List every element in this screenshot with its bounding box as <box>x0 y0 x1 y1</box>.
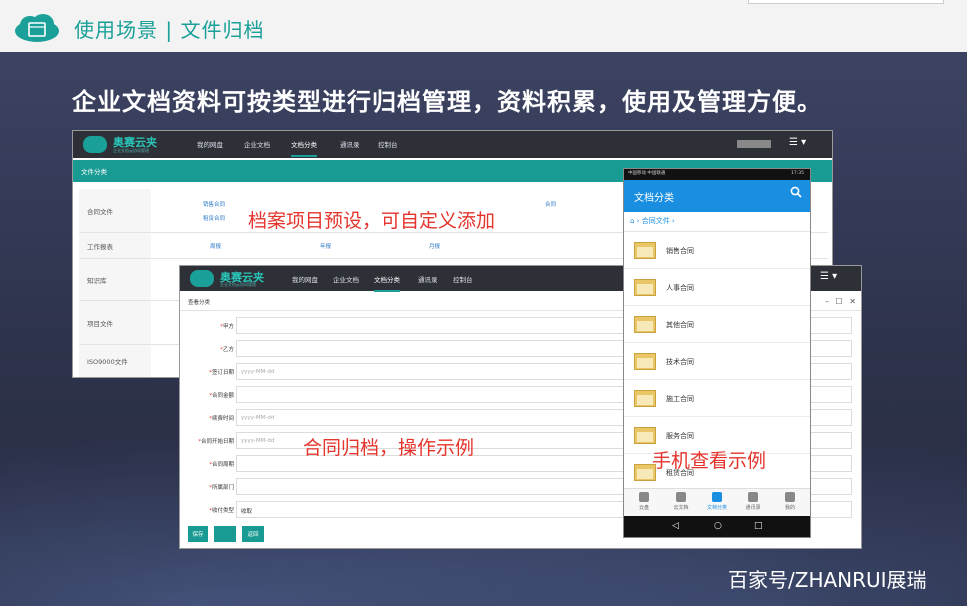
field-label: *合同开始日期 <box>198 439 234 445</box>
android-nav-bar: ◁ ○ □ <box>624 516 810 537</box>
credit-watermark: 百家号/ZHANRUI展瑞 <box>728 568 927 592</box>
top-tab <box>748 0 944 4</box>
brand-tagline: 企业文档云协同管理 <box>113 148 149 153</box>
path-crumb[interactable]: ⌂ › 合同文件 › <box>630 216 675 226</box>
user-icon <box>785 492 795 502</box>
home-icon[interactable]: ⌂ <box>630 217 634 225</box>
top-nav: 奥赛云夹 企业文档云协同管理 我的网盘 企业文档 文档分类 通讯录 控制台 ☰ … <box>73 131 832 158</box>
annotation-preset: 档案项目预设，可自定义添加 <box>248 210 496 232</box>
tab-bar: 云盘 云文档 文档分类 通讯录 我的 <box>624 488 810 516</box>
nav-console[interactable]: 控制台 <box>453 274 473 284</box>
breadcrumb: 查看分类 <box>188 300 211 306</box>
annotation-phone: 手机查看示例 <box>652 450 767 472</box>
nav-console[interactable]: 控制台 <box>378 139 398 149</box>
field-label: *收付类型 <box>209 508 234 514</box>
folder-icon <box>634 427 656 444</box>
recents-key-icon[interactable]: □ <box>754 521 763 531</box>
field-label: *合同金额 <box>209 393 234 399</box>
category-link[interactable]: 租赁合同 <box>203 214 225 222</box>
folder-icon <box>634 353 656 370</box>
list-item[interactable]: 其他合同 <box>624 306 810 343</box>
tab-doc-classification[interactable]: 文档分类 <box>702 492 732 511</box>
blank-button[interactable] <box>214 526 236 542</box>
nav-enterprise-docs[interactable]: 企业文档 <box>244 139 270 149</box>
list-item[interactable]: 人事合同 <box>624 269 810 306</box>
category-link[interactable]: 销售合同 <box>203 200 225 208</box>
menu-icon[interactable]: ☰ ▾ <box>820 271 837 282</box>
status-time: 17:35 <box>791 171 804 176</box>
cloud-logo-icon <box>83 136 107 153</box>
category-label: 合同文件 <box>79 189 151 232</box>
nav-contacts[interactable]: 通讯录 <box>340 139 360 149</box>
tab-cloud-disk[interactable]: 云盘 <box>629 492 659 511</box>
tab-cloud-docs[interactable]: 云文档 <box>666 492 696 511</box>
folder-icon <box>634 390 656 407</box>
field-label: *续费时间 <box>209 416 234 422</box>
annotation-contract: 合同归档，操作示例 <box>303 437 475 459</box>
nav-contacts[interactable]: 通讯录 <box>418 274 438 284</box>
category-label: 知识库 <box>79 259 151 300</box>
field-label: *所属部门 <box>209 485 234 491</box>
back-button[interactable]: 返回 <box>242 526 264 542</box>
field-label: *乙方 <box>220 347 234 353</box>
app-header: 文档分类 <box>624 180 810 212</box>
list-item[interactable]: 技术合同 <box>624 343 810 380</box>
user-name[interactable] <box>737 140 771 148</box>
contacts-icon <box>748 492 758 502</box>
status-bar: 中国移动 中国联通 17:35 <box>624 169 810 180</box>
window-controls[interactable]: – ☐ ✕ <box>825 297 858 306</box>
page-title: 使用场景 | 文件归档 <box>74 18 265 42</box>
grid-icon <box>712 492 722 502</box>
brand-tagline: 企业文档云协同管理 <box>220 282 256 287</box>
tab-me[interactable]: 我的 <box>775 492 805 511</box>
category-link[interactable]: 周报 <box>210 242 221 250</box>
save-button[interactable]: 保存 <box>188 526 208 542</box>
title-bar: 使用场景 | 文件归档 <box>0 0 967 52</box>
list-item[interactable]: 施工合同 <box>624 380 810 417</box>
menu-icon[interactable]: ☰ ▾ <box>789 137 806 148</box>
category-label: 工作报表 <box>79 233 151 258</box>
nav-my-disk[interactable]: 我的网盘 <box>197 139 223 149</box>
search-icon[interactable] <box>790 186 802 198</box>
nav-my-disk[interactable]: 我的网盘 <box>292 274 318 284</box>
folder-icon <box>634 242 656 259</box>
nav-doc-classification[interactable]: 文档分类 <box>291 139 317 157</box>
folder-icon <box>676 492 686 502</box>
category-link[interactable]: 合同 <box>545 200 556 208</box>
nav-doc-classification[interactable]: 文档分类 <box>374 274 400 292</box>
tab-contacts[interactable]: 通讯录 <box>738 492 768 511</box>
list-item[interactable]: 销售合同 <box>624 232 810 269</box>
folder-icon <box>634 279 656 296</box>
category-link[interactable]: 月报 <box>429 242 440 250</box>
category-label: 项目文件 <box>79 301 151 344</box>
cloud-folder-icon <box>15 14 59 42</box>
section-title: 文件分类 <box>81 168 107 176</box>
home-key-icon[interactable]: ○ <box>714 521 722 531</box>
app-title: 文档分类 <box>634 193 674 204</box>
category-label: ISO9000文件 <box>79 345 151 377</box>
nav-enterprise-docs[interactable]: 企业文档 <box>333 274 359 284</box>
category-link[interactable]: 年报 <box>320 242 331 250</box>
cloud-icon <box>639 492 649 502</box>
field-label: *合同周期 <box>209 462 234 468</box>
cloud-logo-icon <box>190 270 214 287</box>
field-label: *甲方 <box>220 324 234 330</box>
field-label: *签订日期 <box>209 370 234 376</box>
phone-app: 中国移动 中国联通 17:35 文档分类 ⌂ › 合同文件 › 销售合同 人事合… <box>623 168 811 538</box>
back-key-icon[interactable]: ◁ <box>672 521 679 531</box>
headline: 企业文档资料可按类型进行归档管理，资料积累，使用及管理方便。 <box>72 88 822 116</box>
folder-icon <box>634 316 656 333</box>
